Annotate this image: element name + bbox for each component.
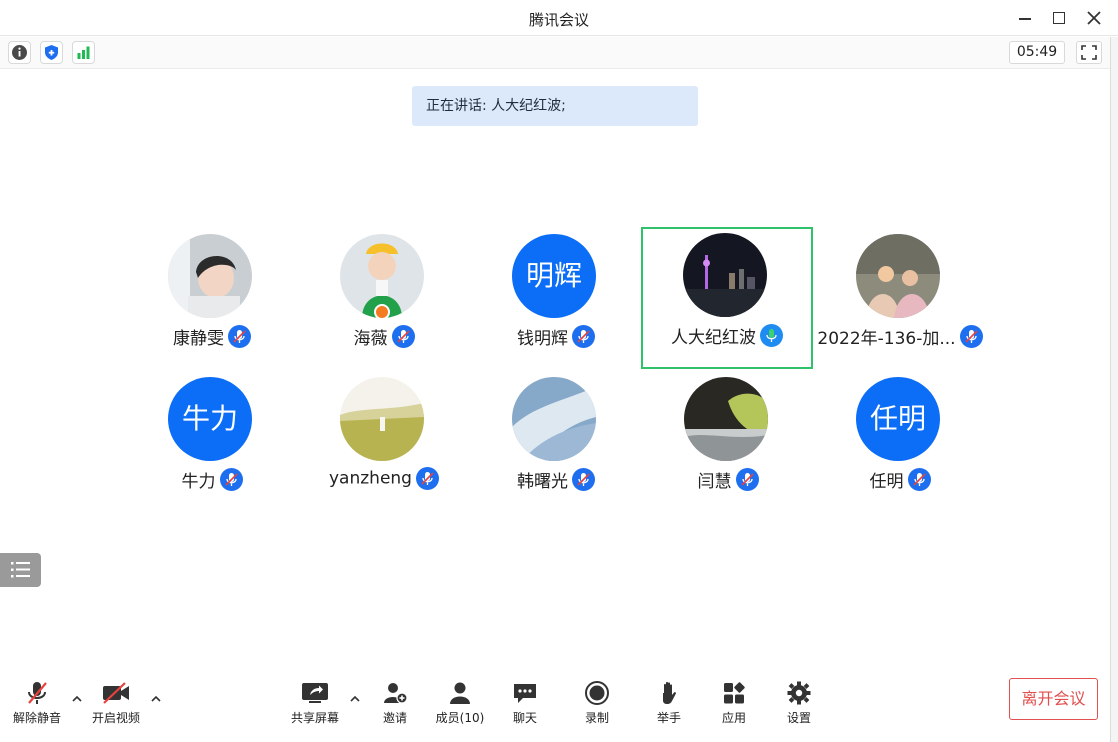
leave-meeting-button[interactable]: 离开会议 [1009, 678, 1098, 720]
fullscreen-button[interactable] [1076, 41, 1102, 64]
speaking-banner: 正在讲话: 人大纪红波; [412, 86, 698, 126]
participant-tile[interactable]: 闫慧 [642, 371, 814, 513]
mic-muted-icon [572, 468, 595, 491]
bottom-toolbar: 解除静音 开启视频 共享屏幕 邀请 成员(10) 聊天 录制 举手 应用 设置 [0, 670, 1118, 742]
participant-tile[interactable]: 任明 任明 [814, 371, 986, 513]
record-label: 录制 [584, 711, 609, 725]
mic-muted-icon [219, 468, 243, 491]
layout-list-button[interactable] [0, 553, 41, 587]
raise-hand-button[interactable]: 举手 [637, 680, 701, 732]
shield-icon [45, 45, 58, 60]
avatar [168, 234, 252, 318]
close-icon [1087, 11, 1101, 25]
fullscreen-icon [1081, 45, 1097, 60]
meeting-window: 腾讯会议 05:49 正在讲话: 人大纪红波; 康静雯 海薇 明辉 钱明辉 人大… [0, 0, 1118, 742]
mic-speaking-icon [760, 324, 783, 347]
info-icon [12, 45, 27, 60]
maximize-button[interactable] [1048, 8, 1070, 28]
mic-muted-icon [959, 325, 983, 348]
active-speaker-tile[interactable]: 人大纪红波 [641, 227, 813, 369]
window-edge [1110, 37, 1118, 742]
chat-label: 聊天 [512, 711, 537, 725]
mic-off-icon [28, 682, 47, 704]
chat-icon [514, 684, 536, 703]
window-title: 腾讯会议 [528, 11, 589, 29]
title-bar: 腾讯会议 [0, 0, 1118, 36]
unmute-label: 解除静音 [12, 711, 61, 725]
members-button[interactable]: 成员(10) [428, 680, 492, 732]
mic-muted-icon [572, 325, 595, 348]
unmute-button[interactable]: 解除静音 [5, 680, 69, 732]
info-bar: 05:49 [0, 37, 1118, 69]
invite-label: 邀请 [382, 711, 407, 725]
participant-name: 牛力 [181, 472, 216, 492]
avatar [512, 377, 596, 461]
mic-muted-icon [228, 325, 251, 348]
participant-tile[interactable]: 2022年-136-加... [814, 228, 986, 370]
settings-label: 设置 [786, 711, 811, 725]
participant-tile[interactable]: 明辉 钱明辉 [470, 228, 642, 370]
participant-tile[interactable]: 牛力 牛力 [126, 371, 298, 513]
meeting-info-button[interactable] [8, 41, 31, 64]
members-label: 成员(10) [435, 711, 485, 725]
mic-muted-icon [735, 468, 759, 491]
participant-name: yanzheng [329, 468, 412, 489]
video-options-chevron-icon[interactable] [149, 692, 163, 706]
apps-icon [724, 682, 745, 704]
hand-icon [663, 681, 676, 704]
avatar: 明辉 [512, 234, 596, 318]
add-user-icon [384, 683, 408, 704]
participant-tile[interactable]: yanzheng [298, 371, 470, 513]
participant-name-row: 2022年-136-加... [794, 324, 1006, 349]
chat-button[interactable]: 聊天 [493, 680, 557, 732]
participant-name: 康静雯 [173, 329, 224, 349]
avatar [683, 233, 767, 317]
gear-icon [787, 681, 811, 705]
minimize-button[interactable] [1014, 8, 1036, 28]
start-video-button[interactable]: 开启视频 [84, 680, 148, 732]
invite-button[interactable]: 邀请 [363, 680, 427, 732]
audio-options-chevron-icon[interactable] [70, 692, 84, 706]
participant-name-row: 任明 [794, 467, 1006, 492]
start-video-label: 开启视频 [91, 711, 140, 725]
members-icon [450, 682, 470, 704]
participant-tile[interactable]: 康静雯 [126, 228, 298, 370]
raise-hand-label: 举手 [656, 711, 681, 725]
participant-name: 闫慧 [697, 472, 732, 492]
signal-icon [77, 46, 90, 59]
meeting-timer: 05:49 [1009, 41, 1065, 64]
apps-button[interactable]: 应用 [702, 680, 766, 732]
list-icon [11, 562, 30, 578]
avatar: 任明 [856, 377, 940, 461]
avatar [340, 377, 424, 461]
participant-tile[interactable]: 海薇 [298, 228, 470, 370]
participant-name: 钱明辉 [517, 329, 568, 349]
network-status-button[interactable] [72, 41, 95, 64]
avatar [856, 234, 940, 318]
record-icon [585, 681, 609, 705]
participant-name: 人大纪红波 [671, 328, 756, 348]
settings-button[interactable]: 设置 [767, 680, 831, 732]
share-screen-button[interactable]: 共享屏幕 [283, 680, 347, 732]
camera-off-icon [103, 682, 129, 704]
security-button[interactable] [40, 41, 63, 64]
participant-name: 任明 [869, 472, 904, 492]
close-button[interactable] [1083, 8, 1105, 28]
mic-muted-icon [907, 468, 931, 491]
avatar [684, 377, 768, 461]
participant-name: 韩曙光 [517, 472, 568, 492]
mic-muted-icon [415, 467, 439, 490]
participant-tile[interactable]: 韩曙光 [470, 371, 642, 513]
mic-muted-icon [391, 325, 415, 348]
share-screen-label: 共享屏幕 [290, 711, 339, 725]
participant-name: 海薇 [353, 329, 388, 349]
share-screen-icon [302, 683, 328, 703]
host-badge-icon [374, 304, 390, 320]
record-button[interactable]: 录制 [565, 680, 629, 732]
share-options-chevron-icon[interactable] [348, 692, 362, 706]
participant-name: 2022年-136-加... [817, 329, 956, 349]
avatar: 牛力 [168, 377, 252, 461]
apps-label: 应用 [721, 711, 746, 725]
